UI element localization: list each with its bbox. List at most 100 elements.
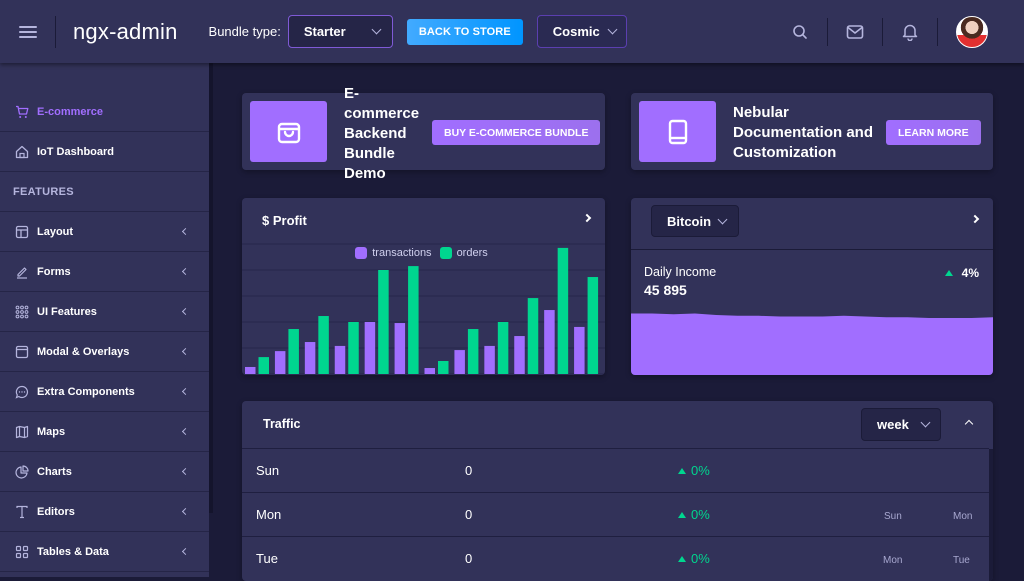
bar-orders[interactable] (438, 361, 449, 374)
arrow-up-icon (678, 468, 686, 474)
bar-transactions[interactable] (544, 310, 555, 374)
sidebar-group-features: FEATURES (0, 172, 209, 212)
layout-icon (15, 225, 29, 239)
back-to-store-button[interactable]: BACK TO STORE (406, 18, 523, 45)
bar-orders[interactable] (587, 277, 599, 374)
sidebar-item-layout[interactable]: Layout (0, 212, 209, 252)
legend-orders[interactable]: orders (439, 247, 488, 259)
sidebar-item-label: Editors (37, 505, 75, 518)
traffic-row: Mon 0 0% Sun Mon (242, 492, 989, 536)
bar-transactions[interactable] (274, 351, 286, 374)
book-icon (668, 119, 687, 144)
docs-promo-card: Nebular Documentation and Customization … (631, 93, 993, 170)
bar-transactions[interactable] (424, 368, 436, 374)
menu-toggle-icon[interactable] (19, 24, 39, 40)
bundle-type-label: Bundle type: (208, 24, 281, 39)
profit-card: $ Profit transactions orders (242, 198, 605, 375)
docs-promo-title: Nebular Documentation and Customization (733, 104, 874, 161)
bundle-type-select[interactable]: Starter (287, 15, 393, 48)
sidebar-item-modal-overlays[interactable]: Modal & Overlays (0, 332, 209, 372)
sidebar-item-forms[interactable]: Forms (0, 252, 209, 292)
sidebar-item-charts[interactable]: Charts (0, 452, 209, 492)
bar-transactions[interactable] (514, 336, 525, 374)
income-chart (631, 313, 993, 375)
sidebar-item-tables-data[interactable]: Tables & Data (0, 532, 209, 572)
chevron-left-icon (181, 387, 190, 396)
traffic-card: Traffic week Sun 0 0% Mon 0 0% Sun Mon T… (242, 401, 993, 581)
sidebar-scrollbar[interactable] (209, 63, 213, 513)
chevron-left-icon (181, 427, 190, 436)
search-button[interactable] (773, 0, 827, 63)
bar-orders[interactable] (497, 322, 509, 374)
traffic-scrollbar[interactable] (989, 449, 993, 581)
sidebar-item-label: Tables & Data (37, 545, 109, 558)
bar-transactions[interactable] (394, 323, 406, 374)
traffic-row: Tue 0 0% Mon Tue (242, 536, 989, 580)
bar-transactions[interactable] (334, 345, 346, 374)
chevron-left-icon (181, 467, 190, 476)
shopping-cart-icon (15, 105, 29, 119)
bar-orders[interactable] (378, 270, 389, 374)
buy-ecommerce-bundle-button[interactable]: BUY E-COMMERCE BUNDLE (432, 120, 601, 145)
traffic-value: 0 (465, 463, 473, 478)
ecommerce-promo-title: E-commerce Backend Bundle Demo (344, 85, 420, 182)
sidebar: E-commerce IoT Dashboard FEATURES Layout… (0, 63, 209, 577)
traffic-compare-prev: Mon (883, 555, 903, 566)
bell-icon (902, 24, 918, 41)
bar-transactions[interactable] (364, 322, 376, 374)
traffic-row: Sun 0 0% (242, 448, 989, 492)
sidebar-item-label: Forms (37, 265, 71, 278)
legend-transactions[interactable]: transactions (355, 247, 432, 259)
legend-label: transactions (372, 247, 432, 259)
bar-orders[interactable] (258, 357, 270, 374)
learn-more-button[interactable]: LEARN MORE (886, 120, 981, 145)
traffic-delta: 0% (678, 551, 710, 566)
period-select[interactable]: week (861, 408, 941, 441)
traffic-value: 0 (465, 551, 473, 566)
user-avatar[interactable] (956, 15, 988, 48)
bar-transactions[interactable] (245, 366, 256, 374)
arrow-up-icon (678, 512, 686, 518)
chevron-left-icon (181, 547, 190, 556)
chevron-up-icon[interactable] (964, 419, 974, 429)
mail-button[interactable] (828, 0, 882, 63)
sidebar-item-extra-components[interactable]: Extra Components (0, 372, 209, 412)
bar-orders[interactable] (557, 247, 569, 374)
chevron-left-icon (181, 227, 190, 236)
sidebar-item-editors[interactable]: Editors (0, 492, 209, 532)
app-title[interactable]: ngx-admin (73, 19, 178, 45)
legend-swatch (355, 247, 368, 259)
message-circle-icon (15, 385, 29, 399)
sidebar-item-e-commerce[interactable]: E-commerce (0, 92, 209, 132)
pie-chart-icon (15, 464, 29, 479)
traffic-title: Traffic (263, 417, 301, 431)
bar-transactions[interactable] (574, 326, 585, 374)
traffic-day: Tue (256, 551, 278, 566)
bar-orders[interactable] (527, 298, 539, 374)
bar-transactions[interactable] (454, 350, 465, 374)
delta-value: 0% (691, 463, 710, 478)
traffic-delta: 0% (678, 463, 710, 478)
notifications-button[interactable] (883, 0, 937, 63)
sidebar-item-label: E-commerce (37, 105, 104, 118)
sidebar-item-iot-dashboard[interactable]: IoT Dashboard (0, 132, 209, 172)
sidebar-item-label: Charts (37, 465, 72, 478)
bar-orders[interactable] (318, 316, 329, 374)
bar-orders[interactable] (408, 266, 419, 374)
traffic-compare-prev: Sun (884, 511, 902, 522)
theme-select[interactable]: Cosmic (536, 15, 627, 48)
bitcoin-card: Bitcoin Daily Income 45 895 4% (631, 198, 993, 375)
bar-transactions[interactable] (484, 345, 495, 374)
grid-icon (15, 545, 29, 559)
bar-orders[interactable] (467, 329, 479, 374)
period-value: week (877, 417, 909, 432)
bar-transactions[interactable] (304, 342, 316, 374)
sidebar-item-maps[interactable]: Maps (0, 412, 209, 452)
divider (55, 15, 56, 48)
keypad-icon (15, 305, 29, 319)
bar-orders[interactable] (348, 322, 359, 374)
sidebar-item-label: Modal & Overlays (37, 345, 130, 358)
sidebar-item-ui-features[interactable]: UI Features (0, 292, 209, 332)
bar-orders[interactable] (288, 329, 299, 374)
sidebar-item-label: UI Features (37, 305, 97, 318)
